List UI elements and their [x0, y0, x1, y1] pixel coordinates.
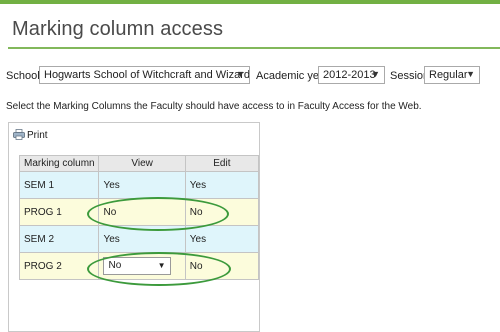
view-cell[interactable]: No: [98, 198, 186, 226]
marking-column-cell: PROG 1: [18, 198, 100, 226]
marking-column-cell: PROG 2: [18, 252, 100, 280]
chevron-down-icon: ▼: [371, 69, 380, 79]
academic-year-select[interactable]: 2012-2013 ▼: [318, 66, 385, 84]
session-select[interactable]: Regular ▼: [424, 66, 480, 84]
table-row: PROG 2 No ▼ No: [18, 252, 260, 280]
marking-column-cell: SEM 2: [18, 225, 100, 253]
marking-columns-table: Marking column View Edit SEM 1 Yes Yes P…: [18, 155, 260, 280]
table-row: SEM 1 Yes Yes: [18, 171, 260, 199]
edit-cell[interactable]: Yes: [184, 171, 260, 199]
print-label: Print: [27, 130, 48, 141]
table-row: PROG 1 No No: [18, 198, 260, 226]
column-header: View: [98, 155, 186, 172]
chevron-down-icon: ▼: [157, 261, 166, 270]
chevron-down-icon: ▼: [466, 69, 475, 79]
school-select-value: Hogwarts School of Witchcraft and Wizard…: [44, 69, 250, 81]
instruction-text: Select the Marking Columns the Faculty s…: [6, 101, 422, 112]
view-select-value: No: [108, 260, 122, 271]
title-area: Marking column access: [0, 4, 500, 50]
school-label: School:: [6, 70, 43, 82]
edit-cell[interactable]: Yes: [184, 225, 260, 253]
table-row: SEM 2 Yes Yes: [18, 225, 260, 253]
edit-cell[interactable]: No: [184, 252, 260, 280]
table-header-row: Marking column View Edit: [18, 155, 260, 172]
marking-column-cell: SEM 1: [18, 171, 100, 199]
marking-columns-panel: Print Marking column View Edit SEM 1 Yes…: [8, 122, 260, 332]
school-select[interactable]: Hogwarts School of Witchcraft and Wizard…: [39, 66, 250, 84]
printer-icon: [13, 129, 25, 140]
chevron-down-icon: ▼: [236, 69, 245, 79]
view-cell[interactable]: Yes: [98, 225, 186, 253]
session-select-value: Regular: [429, 69, 468, 81]
edit-cell[interactable]: No: [184, 198, 260, 226]
view-select[interactable]: No ▼: [103, 257, 172, 275]
view-cell[interactable]: Yes: [98, 171, 186, 199]
academic-year-select-value: 2012-2013: [323, 69, 376, 81]
view-cell: No ▼: [98, 252, 186, 280]
title-divider: [8, 47, 500, 49]
column-header: Edit: [184, 155, 260, 172]
page-title: Marking column access: [12, 18, 224, 40]
column-header: Marking column: [18, 155, 100, 172]
